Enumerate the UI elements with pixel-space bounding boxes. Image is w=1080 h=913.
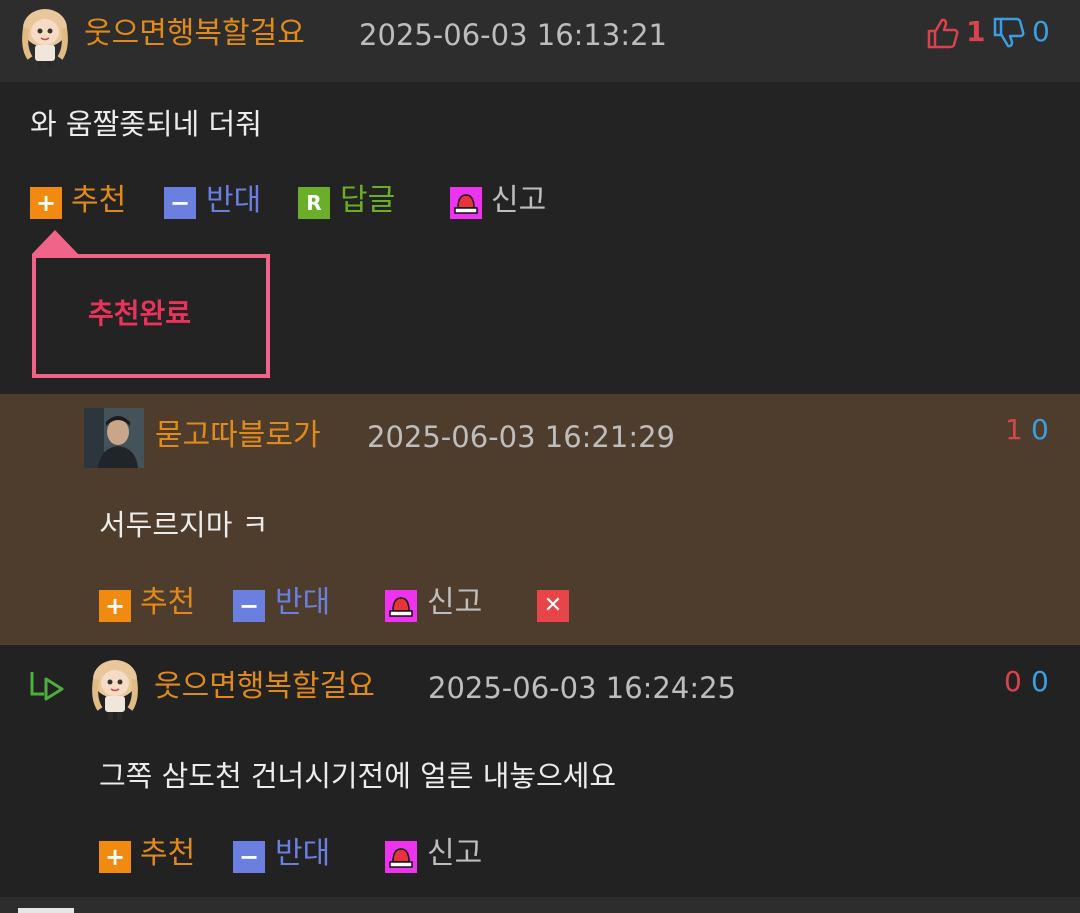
reply-r-icon[interactable]: R [298, 187, 330, 219]
minus-icon[interactable]: − [164, 187, 196, 219]
report-button[interactable]: 신고 [427, 583, 482, 623]
plus-icon[interactable]: + [30, 187, 62, 219]
recommend-button[interactable]: 추천 [71, 181, 126, 221]
like-count: 0 [1004, 665, 1022, 698]
siren-icon[interactable] [450, 187, 482, 219]
like-count: 1 [966, 15, 986, 48]
popup-arrow [32, 230, 78, 254]
minus-icon[interactable]: − [233, 590, 265, 622]
reply-datetime: 2025-06-03 16:24:25 [428, 671, 736, 705]
reply-text: 그쪽 삼도천 건너시기전에 얼른 내놓으세요 [99, 759, 617, 793]
like-count: 1 [1005, 413, 1023, 446]
avatar[interactable] [84, 408, 144, 468]
oppose-button[interactable]: 반대 [206, 181, 261, 221]
plus-icon[interactable]: + [99, 590, 131, 622]
recommend-button[interactable]: 추천 [140, 583, 195, 623]
bottom-bar [0, 897, 1080, 913]
dislike-count: 0 [1031, 413, 1049, 446]
avatar-cartoon-girl-icon [22, 9, 68, 69]
thumbs-down-icon[interactable] [992, 16, 1026, 50]
reply-arrow-icon [28, 668, 68, 704]
avatar[interactable] [18, 8, 72, 70]
thumbs-up-icon[interactable] [926, 16, 960, 50]
plus-icon[interactable]: + [99, 841, 131, 873]
minus-icon[interactable]: − [233, 841, 265, 873]
avatar-cartoon-girl-icon [92, 660, 138, 720]
popup-text: 추천완료 [88, 297, 192, 330]
dislike-count: 0 [1031, 665, 1049, 698]
comment-datetime: 2025-06-03 16:13:21 [359, 18, 667, 52]
siren-icon[interactable] [385, 590, 417, 622]
reply-nickname[interactable]: 웃으면행복할걸요 [154, 667, 375, 707]
oppose-button[interactable]: 반대 [275, 583, 330, 623]
report-button[interactable]: 신고 [427, 834, 482, 874]
siren-icon[interactable] [385, 841, 417, 873]
dislike-count: 0 [1032, 15, 1050, 48]
close-x-icon[interactable]: ✕ [537, 590, 569, 622]
report-button[interactable]: 신고 [491, 181, 546, 221]
recommend-complete-popup: 추천완료 [32, 254, 270, 378]
reply-nickname[interactable]: 묻고따블로가 [155, 416, 321, 456]
recommend-button[interactable]: 추천 [140, 834, 195, 874]
reply-button[interactable]: 답글 [340, 181, 395, 221]
reply-datetime: 2025-06-03 16:21:29 [367, 420, 675, 454]
oppose-button[interactable]: 반대 [275, 834, 330, 874]
avatar[interactable] [88, 659, 142, 721]
comment-nickname[interactable]: 웃으면행복할걸요 [84, 14, 305, 54]
comment-text: 와 움짤좆되네 더줘 [30, 107, 262, 141]
reply-text: 서두르지마 ㅋ [99, 508, 269, 542]
avatar-man-photo-icon [84, 408, 144, 468]
bottom-tab-indicator [18, 908, 74, 913]
